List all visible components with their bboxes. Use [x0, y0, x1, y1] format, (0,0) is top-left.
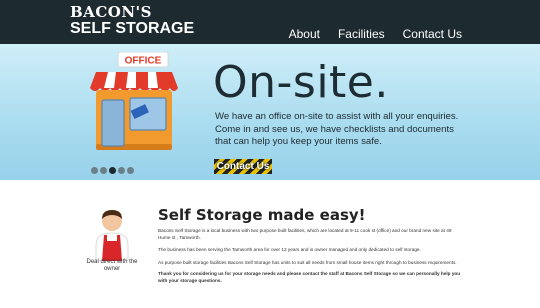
paragraph-thanks: Thank you for considering us for your st… [158, 271, 461, 283]
owner-caption: Deal direct with the owner [86, 259, 138, 272]
nav-about[interactable]: About [289, 27, 320, 41]
slider-dot[interactable] [118, 167, 125, 174]
slider-dot[interactable] [100, 167, 107, 174]
main-nav: About Facilities Contact Us [289, 27, 462, 41]
office-sign-text: OFFICE [125, 56, 162, 67]
contact-us-button[interactable]: Contact Us [214, 159, 272, 174]
owner-avatar-icon [95, 210, 129, 261]
logo-line-2: SELF STORAGE [70, 20, 195, 37]
site-logo[interactable]: BACON'S SELF STORAGE [70, 5, 194, 37]
office-building-illustration: OFFICE [90, 52, 178, 150]
slider-dot-active[interactable] [109, 167, 116, 174]
hero-text: We have an office on-site to assist with… [215, 111, 459, 147]
nav-contact-us[interactable]: Contact Us [403, 27, 462, 41]
nav-facilities[interactable]: Facilities [338, 27, 385, 41]
site-header: BACON'S SELF STORAGE About Facilities Co… [0, 0, 540, 44]
section-title: Self Storage made easy! [158, 206, 366, 224]
logo-line-1: BACON'S [70, 3, 152, 21]
paragraph-facilities: As purpose built storage facilities Baco… [158, 260, 457, 265]
main-content: Deal direct with the owner Self Storage … [0, 180, 540, 308]
paragraph-history: The business has been serving the Tamwor… [158, 247, 421, 252]
paragraph-about: Bacons Self Storage is a local business … [158, 228, 452, 240]
hero-title: On-site. [213, 57, 389, 108]
slider-dot[interactable] [91, 167, 98, 174]
slider-dot[interactable] [127, 167, 134, 174]
hero-banner: OFFICE On-site. We have an office on-sit… [0, 44, 540, 180]
slider-dots [91, 167, 136, 174]
